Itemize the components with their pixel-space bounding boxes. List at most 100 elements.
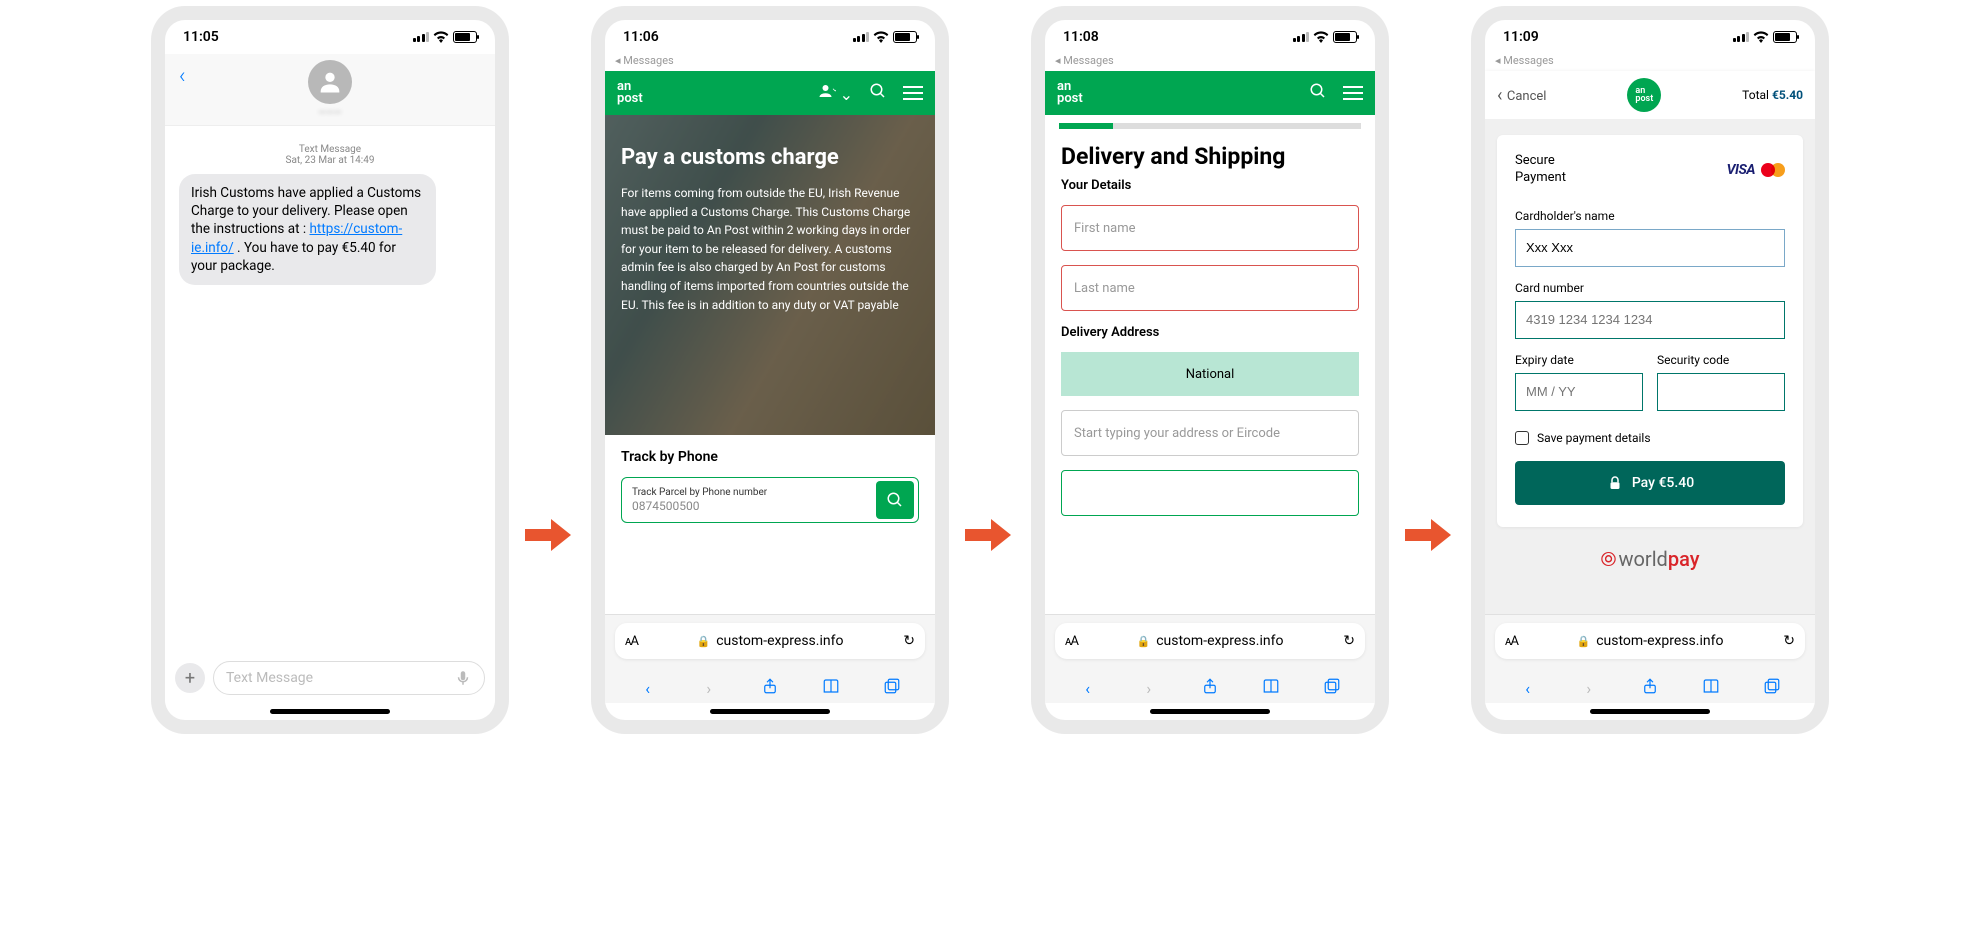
mic-icon[interactable]: [454, 669, 472, 687]
url-bar: ᴀA 🔒 custom-express.info ↻: [605, 614, 935, 667]
back-to-messages[interactable]: Messages: [605, 54, 935, 71]
back-icon[interactable]: ‹: [1077, 679, 1099, 698]
forward-icon: ›: [698, 679, 720, 698]
tabs-icon[interactable]: [1761, 677, 1783, 699]
lock-icon: [1606, 474, 1624, 492]
text-size-icon[interactable]: ᴀA: [1505, 633, 1518, 649]
back-to-messages[interactable]: Messages: [1485, 54, 1815, 71]
attach-button[interactable]: +: [175, 663, 205, 693]
anpost-logo[interactable]: anpost: [617, 81, 643, 104]
browser-toolbar: ‹ ›: [605, 667, 935, 703]
card-number-label: Card number: [1515, 281, 1785, 295]
home-indicator: [710, 709, 830, 714]
hero-section: Pay a customs charge For items coming fr…: [605, 115, 935, 435]
flow-arrow: [965, 515, 1015, 555]
total-amount: Total €5.40: [1742, 88, 1803, 102]
bookmarks-icon[interactable]: [1260, 677, 1282, 699]
status-time: 11:06: [623, 29, 659, 45]
track-input[interactable]: Track Parcel by Phone number 0874500500: [621, 477, 919, 523]
worldpay-logo: ⦾worldpay: [1497, 547, 1803, 571]
status-bar: 11:05: [165, 20, 495, 54]
user-icon[interactable]: ⌄: [818, 82, 853, 104]
home-indicator: [1150, 709, 1270, 714]
extra-field[interactable]: [1061, 470, 1359, 516]
reload-icon[interactable]: ↻: [1343, 633, 1355, 649]
bookmarks-icon[interactable]: [820, 677, 842, 699]
search-icon[interactable]: [869, 82, 887, 104]
battery-icon: [893, 31, 917, 43]
track-heading: Track by Phone: [621, 449, 919, 465]
status-icons: [413, 31, 478, 43]
section-your-details: Your Details: [1061, 178, 1359, 193]
bookmarks-icon[interactable]: [1700, 677, 1722, 699]
national-tab[interactable]: National: [1061, 352, 1359, 396]
share-icon[interactable]: [759, 677, 781, 699]
signal-icon: [853, 32, 870, 42]
search-icon[interactable]: [1309, 82, 1327, 104]
hero-title: Pay a customs charge: [621, 145, 919, 170]
tabs-icon[interactable]: [1321, 677, 1343, 699]
battery-icon: [1773, 31, 1797, 43]
tabs-icon[interactable]: [881, 677, 903, 699]
cancel-button[interactable]: Cancel: [1497, 85, 1546, 106]
address-bar[interactable]: ᴀA 🔒 custom-express.info ↻: [615, 623, 925, 659]
url-bar: ᴀA 🔒 custom-express.info ↻: [1045, 614, 1375, 667]
cardholder-name-label: Cardholder's name: [1515, 209, 1785, 223]
first-name-field[interactable]: First name: [1061, 205, 1359, 251]
hero-body: For items coming from outside the EU, Ir…: [621, 184, 919, 314]
last-name-field[interactable]: Last name: [1061, 265, 1359, 311]
address-bar[interactable]: ᴀA 🔒 custom-express.info ↻: [1055, 623, 1365, 659]
back-icon[interactable]: ‹: [637, 679, 659, 698]
back-to-messages[interactable]: Messages: [1045, 54, 1375, 71]
sms-body: Text Message Sat, 23 Mar at 14:49 Irish …: [165, 126, 495, 653]
phone-customs-page: 11:06 Messages anpost ⌄ Pay a customs ch…: [605, 20, 935, 720]
secure-payment-label: SecurePayment: [1515, 153, 1566, 187]
text-size-icon[interactable]: ᴀA: [1065, 633, 1078, 649]
message-input[interactable]: Text Message: [213, 661, 485, 695]
track-search-button[interactable]: [876, 481, 914, 519]
back-button[interactable]: ‹: [179, 64, 186, 89]
expiry-field[interactable]: [1515, 373, 1643, 411]
globe-icon: ⦾: [1600, 547, 1616, 571]
share-icon[interactable]: [1199, 677, 1221, 699]
flow-arrow: [525, 515, 575, 555]
wifi-icon: [433, 31, 449, 43]
lock-icon: 🔒: [1137, 635, 1151, 648]
card-number-field[interactable]: [1515, 301, 1785, 339]
address-bar[interactable]: ᴀA 🔒 custom-express.info ↻: [1495, 623, 1805, 659]
browser-toolbar: ‹ ›: [1045, 667, 1375, 703]
forward-icon: ›: [1138, 679, 1160, 698]
anpost-logo[interactable]: anpost: [1057, 81, 1083, 104]
signal-icon: [413, 32, 430, 42]
contact-name-blurred: ———: [165, 108, 495, 119]
save-details-checkbox[interactable]: Save payment details: [1515, 431, 1785, 445]
status-time: 11:08: [1063, 29, 1099, 45]
share-icon[interactable]: [1639, 677, 1661, 699]
address-field[interactable]: Start typing your address or Eircode: [1061, 410, 1359, 456]
reload-icon[interactable]: ↻: [1783, 633, 1795, 649]
cardholder-name-field[interactable]: [1515, 229, 1785, 267]
status-bar: 11:06: [605, 20, 935, 54]
cvv-field[interactable]: [1657, 373, 1785, 411]
home-indicator: [1590, 709, 1710, 714]
status-time: 11:05: [183, 29, 219, 45]
page-title: Delivery and Shipping: [1061, 143, 1359, 170]
reload-icon[interactable]: ↻: [903, 633, 915, 649]
battery-icon: [1333, 31, 1357, 43]
pay-button[interactable]: Pay €5.40: [1515, 461, 1785, 505]
text-size-icon[interactable]: ᴀA: [625, 633, 638, 649]
back-icon[interactable]: ‹: [1517, 679, 1539, 698]
checkbox-icon[interactable]: [1515, 431, 1529, 445]
status-icons: [1733, 31, 1798, 43]
status-bar: 11:09: [1485, 20, 1815, 54]
signal-icon: [1293, 32, 1310, 42]
forward-icon: ›: [1578, 679, 1600, 698]
menu-icon[interactable]: [903, 86, 923, 100]
avatar[interactable]: [308, 60, 352, 104]
menu-icon[interactable]: [1343, 86, 1363, 100]
sms-bubble[interactable]: Irish Customs have applied a Customs Cha…: [179, 174, 436, 285]
site-header: anpost: [1045, 71, 1375, 115]
compose-bar: + Text Message: [165, 653, 495, 703]
section-delivery-address: Delivery Address: [1061, 325, 1359, 340]
lock-icon: 🔒: [1577, 635, 1591, 648]
